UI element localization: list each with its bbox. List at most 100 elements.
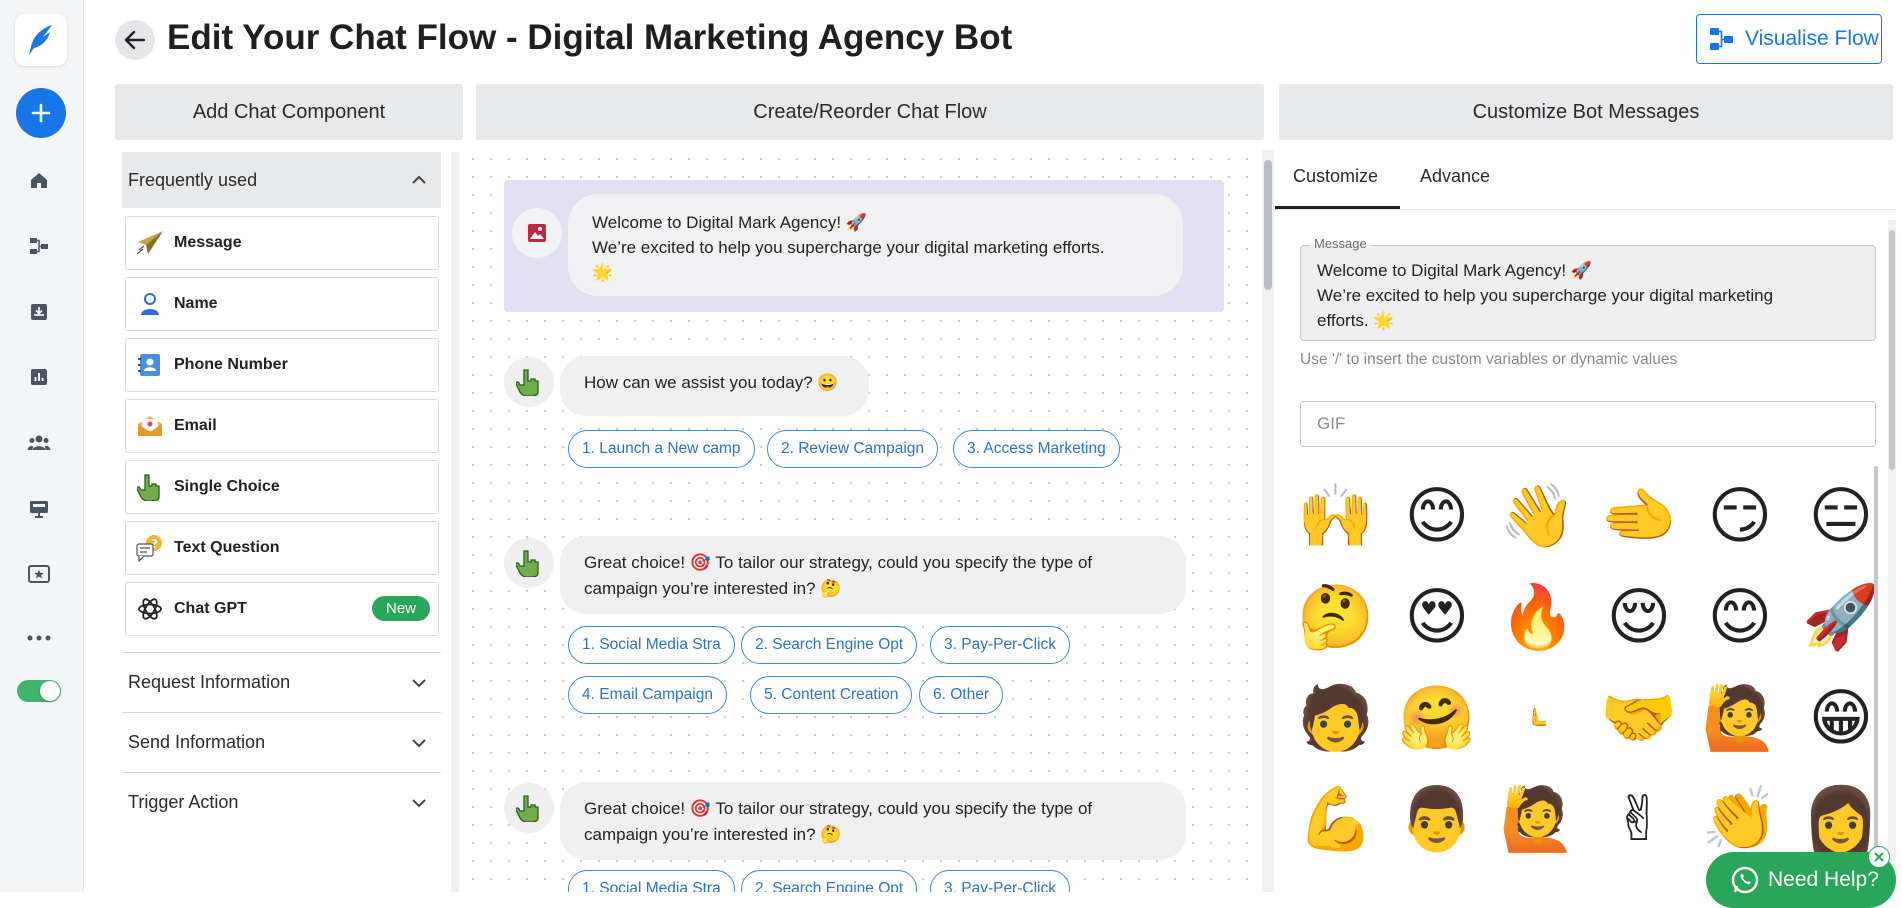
option-chip[interactable]: 5. Content Creation xyxy=(750,676,913,714)
option-chip[interactable]: 2. Search Engine Opt xyxy=(741,870,918,892)
emoji-option[interactable]: 🔥 xyxy=(1498,577,1578,657)
customize-scrollbar[interactable] xyxy=(1888,220,1896,892)
option-chip[interactable]: 4. Email Campaign xyxy=(568,676,727,714)
campaign-question-line-2: campaign you’re interested in? 🤔 xyxy=(584,579,842,598)
add-component-header: Add Chat Component xyxy=(115,84,463,140)
nav-flows[interactable] xyxy=(22,229,56,263)
component-single-choice[interactable]: Single Choice xyxy=(125,460,439,514)
customize-tabs: Customize Advance xyxy=(1275,152,1895,210)
nav-widget[interactable] xyxy=(22,492,56,526)
emoji-option[interactable]: 🙌 xyxy=(1296,476,1376,556)
gif-search-input[interactable]: GIF xyxy=(1300,401,1876,447)
canvas-scrollbar[interactable] xyxy=(1262,150,1274,892)
emoji-option[interactable]: 👨 xyxy=(1397,779,1477,859)
welcome-line-1: Welcome to Digital Mark Agency! 🚀 xyxy=(592,213,868,232)
emoji-option[interactable]: 🫲 xyxy=(1599,476,1679,556)
option-chip[interactable]: 1. Social Media Stra xyxy=(568,870,735,892)
message-textarea[interactable]: Welcome to Digital Mark Agency! 🚀 We’re … xyxy=(1300,245,1876,341)
campaign-question-line-1: Great choice! 🎯 To tailor our strategy, … xyxy=(584,799,1093,818)
single-choice-node-icon xyxy=(504,357,554,407)
emoji-option[interactable]: 🙋 xyxy=(1700,678,1780,758)
emoji-option[interactable]: 🧑 xyxy=(1296,678,1376,758)
message-line-2: We’re excited to help you supercharge yo… xyxy=(1317,286,1774,305)
pointing-hand-icon xyxy=(136,473,164,501)
campaign-question-bubble[interactable]: Great choice! 🎯 To tailor our strategy, … xyxy=(560,536,1186,614)
component-name[interactable]: Name xyxy=(125,277,439,331)
emoji-option[interactable]: 💪 xyxy=(1296,779,1376,859)
components-scrollbar[interactable] xyxy=(451,152,459,892)
option-chip[interactable]: 2. Review Campaign xyxy=(767,430,939,468)
need-help-button[interactable]: Need Help? xyxy=(1706,852,1896,908)
option-chip[interactable]: 3. Pay-Per-Click xyxy=(930,870,1070,892)
emoji-option[interactable]: 👋 xyxy=(1498,476,1578,556)
emoji-option[interactable]: 🫷 xyxy=(1498,678,1578,758)
emoji-option[interactable]: 😊 xyxy=(1700,577,1780,657)
assist-question-bubble[interactable]: How can we assist you today? 😀 xyxy=(560,356,869,416)
request-information-section[interactable]: Request Information xyxy=(122,652,441,712)
create-button[interactable] xyxy=(16,88,66,138)
option-chip[interactable]: 6. Other xyxy=(919,676,1003,714)
campaign-question-bubble[interactable]: Great choice! 🎯 To tailor our strategy, … xyxy=(560,782,1186,860)
whatsapp-icon xyxy=(1731,866,1759,894)
active-tab-indicator xyxy=(1275,206,1400,209)
option-chip[interactable]: 3. Pay-Per-Click xyxy=(930,626,1070,664)
tab-customize[interactable]: Customize xyxy=(1293,166,1378,187)
envelope-icon xyxy=(136,412,164,440)
emoji-option[interactable]: 🤗 xyxy=(1397,678,1477,758)
pointing-hand-icon xyxy=(516,795,539,822)
emoji-option[interactable]: 🙋 xyxy=(1498,779,1578,859)
emoji-option[interactable]: 😁 xyxy=(1801,678,1881,758)
variables-hint: Use '/' to insert the custom variables o… xyxy=(1300,351,1678,368)
emoji-option[interactable]: 😊 xyxy=(1397,476,1477,556)
new-badge: New xyxy=(371,596,430,621)
emoji-option[interactable]: 😍 xyxy=(1397,577,1477,657)
nav-inbox[interactable] xyxy=(22,295,56,329)
emoji-option[interactable]: ✌ xyxy=(1599,779,1679,859)
emoji-scrollbar[interactable] xyxy=(1874,466,1878,886)
back-button[interactable] xyxy=(115,20,155,60)
component-text-question[interactable]: ? Text Question xyxy=(125,521,439,575)
scroll-thumb[interactable] xyxy=(1889,230,1895,470)
component-message[interactable]: Message xyxy=(125,216,439,270)
trigger-action-section[interactable]: Trigger Action xyxy=(122,772,441,832)
nav-analytics[interactable] xyxy=(22,360,56,394)
welcome-message-card[interactable]: Welcome to Digital Mark Agency! 🚀 We’re … xyxy=(504,180,1224,312)
campaign-question-line-1: Great choice! 🎯 To tailor our strategy, … xyxy=(584,553,1093,572)
message-field-label: Message xyxy=(1310,236,1371,251)
chevron-down-icon xyxy=(412,738,426,747)
close-help-button[interactable] xyxy=(1868,846,1890,868)
visualise-flow-label: Visualise Flow xyxy=(1745,27,1879,50)
send-information-section[interactable]: Send Information xyxy=(122,712,441,772)
emoji-option[interactable]: 😏 xyxy=(1700,476,1780,556)
frequently-used-section[interactable]: Frequently used xyxy=(122,152,441,208)
component-phone-number[interactable]: Phone Number xyxy=(125,338,439,392)
emoji-option[interactable]: 🤔 xyxy=(1296,577,1376,657)
option-chip[interactable]: 3. Access Marketing xyxy=(953,430,1120,468)
component-chat-gpt[interactable]: Chat GPT New xyxy=(125,582,439,636)
option-chip[interactable]: 1. Social Media Stra xyxy=(568,626,735,664)
emoji-option[interactable]: 👩 xyxy=(1801,779,1881,859)
single-choice-node-icon xyxy=(504,783,554,833)
emoji-option[interactable]: 🚀 xyxy=(1801,577,1881,657)
single-choice-node-icon xyxy=(504,538,554,588)
need-help-label: Need Help? xyxy=(1768,868,1879,891)
nav-more[interactable] xyxy=(22,621,56,655)
emoji-option[interactable]: 🤝 xyxy=(1599,678,1679,758)
tab-advance[interactable]: Advance xyxy=(1420,166,1490,187)
flow-canvas[interactable]: Welcome to Digital Mark Agency! 🚀 We’re … xyxy=(464,150,1259,892)
nav-reviews[interactable] xyxy=(22,557,56,591)
nav-home[interactable] xyxy=(22,163,56,197)
visualise-flow-button[interactable]: Visualise Flow xyxy=(1696,14,1882,64)
option-chip[interactable]: 1. Launch a New camp xyxy=(568,430,755,468)
status-toggle[interactable] xyxy=(17,680,61,702)
scroll-thumb[interactable] xyxy=(1264,160,1272,290)
option-chip[interactable]: 2. Search Engine Opt xyxy=(741,626,918,664)
welcome-bubble: Welcome to Digital Mark Agency! 🚀 We’re … xyxy=(568,194,1183,296)
emoji-option[interactable]: 😑 xyxy=(1801,476,1881,556)
emoji-option[interactable]: 👏 xyxy=(1700,779,1780,859)
component-email[interactable]: Email xyxy=(125,399,439,453)
emoji-option[interactable]: 😌 xyxy=(1599,577,1679,657)
contact-card-icon xyxy=(136,351,164,379)
brand-logo[interactable] xyxy=(15,14,67,66)
nav-contacts[interactable] xyxy=(22,426,56,460)
